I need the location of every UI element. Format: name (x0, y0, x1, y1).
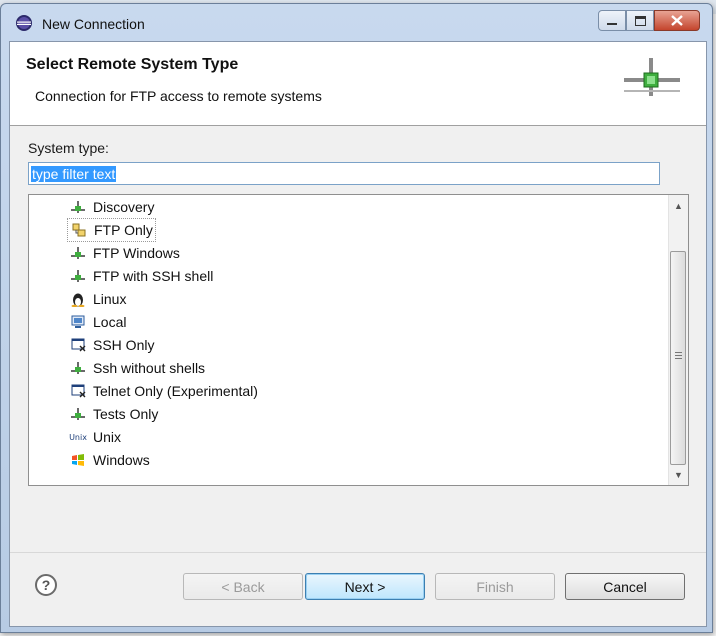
grip-line (675, 355, 682, 356)
list-item-unix[interactable]: Unix Unix (69, 426, 122, 448)
wizard-description: Connection for FTP access to remote syst… (35, 88, 322, 104)
close-icon (671, 15, 683, 26)
list-item-label: Local (93, 314, 127, 330)
linux-penguin-icon (70, 291, 86, 307)
list-item-label: FTP with SSH shell (93, 268, 214, 284)
network-icon (70, 360, 86, 376)
button-bar-divider (10, 552, 706, 553)
next-button[interactable]: Next > (305, 573, 425, 600)
network-connection-icon (624, 58, 680, 96)
list-item-ssh-only[interactable]: SSH Only (70, 334, 154, 356)
list-item-discovery[interactable]: Discovery (70, 196, 154, 218)
list-item-ftp-ssh[interactable]: FTP with SSH shell (70, 265, 213, 287)
grip-line (675, 352, 682, 353)
windows-flag-icon (70, 452, 86, 468)
terminal-icon (70, 383, 86, 399)
network-icon (70, 268, 86, 284)
minimize-button[interactable] (598, 10, 626, 31)
list-item-label: Windows (93, 452, 150, 468)
list-item-windows[interactable]: Windows (70, 449, 150, 471)
window-controls (598, 10, 700, 31)
list-item-label: Unix (93, 429, 122, 445)
minimize-icon (607, 22, 617, 25)
title-bar[interactable]: New Connection (1, 4, 712, 40)
maximize-button[interactable] (626, 10, 654, 31)
list-item-ftp-windows[interactable]: FTP Windows (70, 242, 180, 264)
network-icon (70, 245, 86, 261)
network-icon (70, 406, 86, 422)
list-item-label: Tests Only (93, 406, 159, 422)
list-item-telnet-only[interactable]: Telnet Only (Experimental) (70, 380, 258, 402)
finish-button[interactable]: Finish (435, 573, 555, 600)
list-item-label: SSH Only (93, 337, 155, 353)
scroll-up-arrow[interactable]: ▲ (669, 197, 688, 214)
list-item-label: Ssh without shells (93, 360, 206, 376)
cancel-button[interactable]: Cancel (565, 573, 685, 600)
back-button[interactable]: < Back (183, 573, 303, 600)
wizard-header: Select Remote System Type Connection for… (10, 42, 706, 126)
ftp-icon (71, 222, 87, 238)
system-type-list[interactable]: Discovery FTP Only FTP Windows FTP with … (28, 194, 689, 486)
list-item-label: Discovery (93, 199, 155, 215)
list-item-local[interactable]: Local (70, 311, 126, 333)
list-item-label: Telnet Only (Experimental) (93, 383, 258, 399)
dialog-body: Select Remote System Type Connection for… (9, 41, 707, 627)
window-title: New Connection (42, 16, 145, 32)
list-item-label: FTP Only (94, 222, 153, 238)
wizard-title: Select Remote System Type (26, 56, 239, 73)
vertical-scrollbar[interactable]: ▲ ▼ (668, 195, 688, 485)
scrollbar-thumb[interactable] (670, 251, 686, 465)
network-icon (70, 199, 86, 215)
help-button[interactable]: ? (35, 574, 57, 596)
list-item-label: Linux (93, 291, 127, 307)
list-item-ssh-without-shells[interactable]: Ssh without shells (70, 357, 205, 379)
maximize-icon (634, 15, 646, 26)
scroll-down-arrow[interactable]: ▼ (669, 466, 688, 483)
eclipse-icon (16, 15, 32, 31)
list-item-tests-only[interactable]: Tests Only (70, 403, 158, 425)
monitor-icon (70, 314, 86, 330)
list-item-ftp-only[interactable]: FTP Only (67, 218, 156, 242)
grip-line (675, 358, 682, 359)
list-item-label: FTP Windows (93, 245, 180, 261)
list-item-linux[interactable]: Linux (70, 288, 126, 310)
type-filter-text: type filter text (31, 166, 117, 182)
unix-icon: Unix (69, 432, 87, 442)
terminal-icon (70, 337, 86, 353)
close-button[interactable] (654, 10, 700, 31)
type-filter-input[interactable]: type filter text (28, 162, 660, 185)
new-connection-dialog: New Connection Select Remote System Type… (0, 3, 713, 633)
system-type-label: System type: (28, 140, 109, 156)
